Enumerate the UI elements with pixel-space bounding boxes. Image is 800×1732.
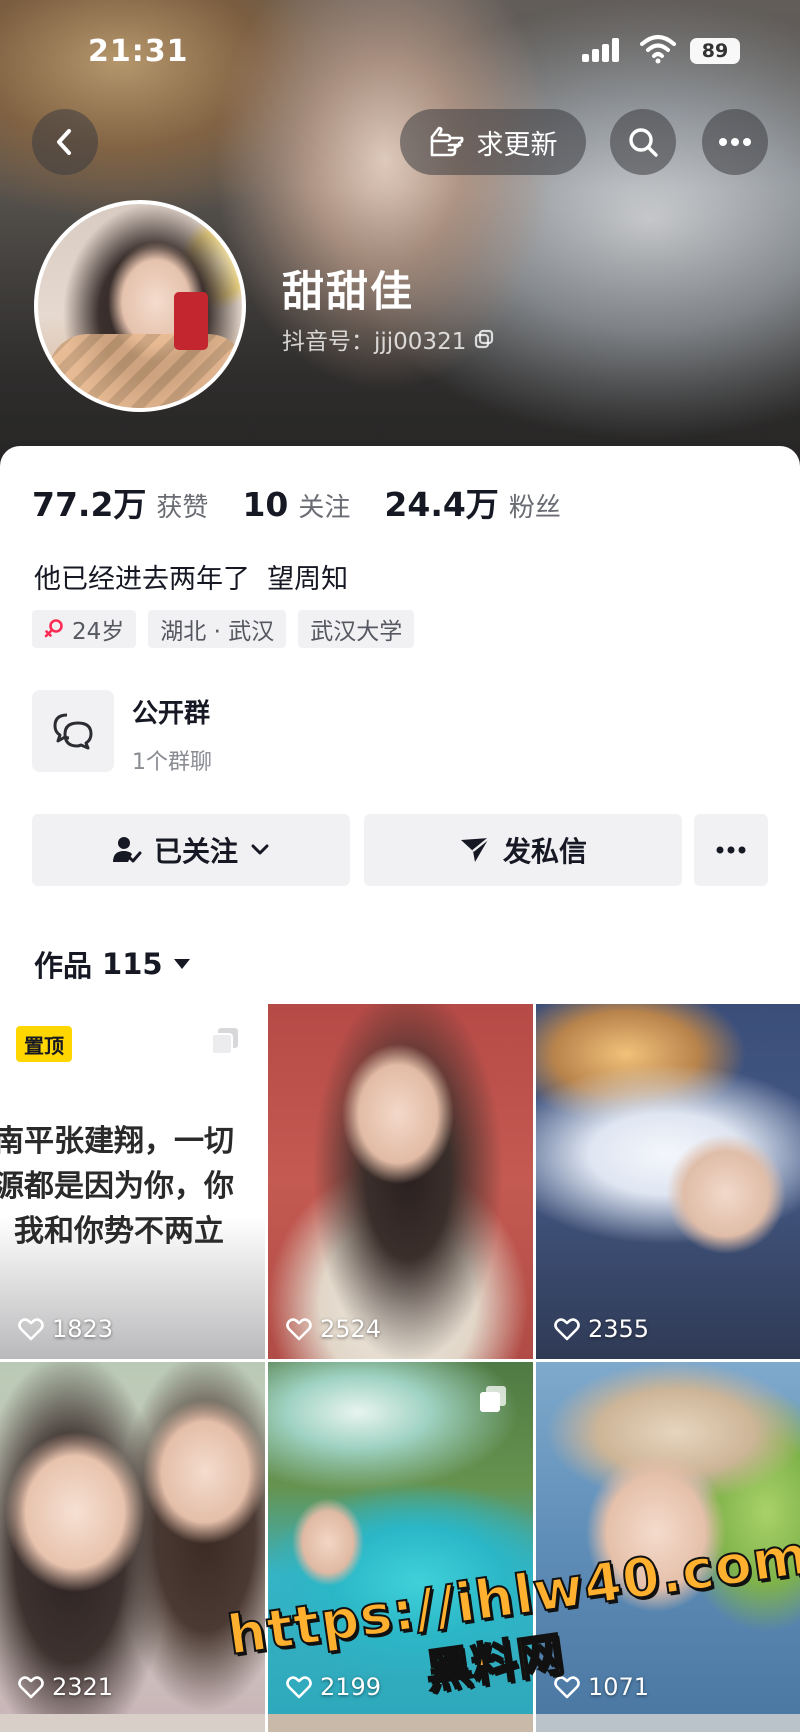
tag-location: 湖北 · 武汉 (148, 610, 287, 648)
stat-followers-value: 24.4万 (384, 485, 499, 524)
pinned-badge: 置顶 (16, 1026, 72, 1062)
chevron-down-icon (251, 844, 269, 855)
pinned-text-line: 我和你势不两立 (14, 1214, 224, 1249)
pinned-post-text: 南平张建翔，一切 源都是因为你，你 我和你势不两立 (0, 1119, 265, 1254)
back-arrow-icon (57, 129, 71, 155)
tag-school-text: 武汉大学 (310, 619, 403, 645)
heart-icon (18, 1318, 44, 1341)
like-count-text: 2524 (320, 1315, 382, 1343)
pinned-text-line: 南平张建翔，一切 (0, 1124, 234, 1159)
like-count-text: 2355 (588, 1315, 650, 1343)
more-dots-icon (716, 846, 746, 854)
like-count: 2321 (18, 1673, 113, 1701)
profile-stats: 77.2万 获赞 10 关注 24.4万 粉丝 (32, 478, 561, 526)
more-options-button[interactable] (702, 109, 768, 175)
group-title[interactable]: 公开群 (132, 693, 210, 730)
stat-likes-value: 77.2万 (32, 485, 147, 524)
caret-down-icon (173, 959, 190, 969)
stat-followers-label: 粉丝 (508, 493, 561, 523)
post-tile[interactable]: 置顶 南平张建翔，一切 源都是因为你，你 我和你势不两立 1823 (0, 1004, 265, 1359)
group-chat-icon (53, 713, 93, 750)
image-set-icon (480, 1386, 506, 1412)
stat-following-value: 10 (242, 485, 289, 524)
more-dots-icon (719, 138, 751, 146)
profile-avatar[interactable] (34, 200, 246, 412)
following-button-label: 已关注 (153, 835, 238, 868)
like-count-text: 1823 (52, 1315, 114, 1343)
pointing-hand-icon (430, 126, 463, 157)
back-button[interactable] (32, 109, 98, 175)
profile-tags: 24岁 湖北 · 武汉 武汉大学 (32, 610, 415, 648)
stat-following[interactable]: 10 关注 (242, 485, 350, 524)
works-count: 115 (102, 947, 163, 981)
like-count-text: 2321 (52, 1673, 114, 1701)
following-button[interactable]: 已关注 (32, 814, 350, 886)
user-check-icon (112, 837, 142, 863)
search-icon (629, 128, 658, 157)
post-tile[interactable]: 2355 (536, 1004, 800, 1359)
tag-age-text: 24岁 (72, 619, 125, 645)
profile-actions: 已关注 发私信 (32, 814, 768, 886)
tag-location-text: 湖北 · 武汉 (160, 619, 275, 645)
request-update-label: 求更新 (476, 129, 558, 161)
request-update-button[interactable]: 求更新 (400, 109, 586, 175)
wifi-icon (640, 35, 676, 64)
copy-icon[interactable] (474, 329, 494, 349)
like-count: 1823 (18, 1315, 113, 1343)
post-tile[interactable]: 2524 (268, 1004, 533, 1359)
female-gender-icon (44, 619, 63, 638)
signal-icon (582, 38, 626, 62)
profile-nickname: 甜甜佳 (282, 267, 415, 316)
stat-likes-label: 获赞 (156, 493, 209, 523)
profile-bio: 他已经进去两年了 望周知 (34, 564, 349, 595)
search-button[interactable] (610, 109, 676, 175)
stat-following-label: 关注 (298, 493, 351, 523)
works-label: 作品 (34, 949, 93, 983)
douyin-id-text: 抖音号：jjj00321 (282, 329, 467, 355)
image-set-icon (211, 1028, 238, 1055)
status-time: 21:31 (88, 34, 189, 69)
stat-followers[interactable]: 24.4万 粉丝 (384, 478, 560, 526)
paper-plane-icon (460, 837, 490, 862)
more-actions-button[interactable] (694, 814, 768, 886)
post-tile[interactable]: 2321 (0, 1362, 265, 1717)
douyin-id[interactable]: 抖音号：jjj00321 (282, 322, 494, 356)
like-count: 2355 (554, 1315, 649, 1343)
tag-age: 24岁 (32, 610, 137, 648)
send-message-button[interactable]: 发私信 (364, 814, 682, 886)
stat-likes[interactable]: 77.2万 获赞 (32, 478, 208, 526)
public-group-entry[interactable] (32, 690, 114, 772)
heart-icon (554, 1318, 580, 1341)
heart-icon (18, 1676, 44, 1699)
works-tab[interactable]: 作品 115 (34, 943, 191, 985)
pinned-text-line: 源都是因为你，你 (0, 1169, 234, 1204)
tag-school[interactable]: 武汉大学 (298, 610, 415, 648)
battery-indicator: 89 (690, 38, 740, 64)
group-subtitle: 1个群聊 (132, 750, 212, 775)
next-row-partial (0, 1714, 800, 1732)
heart-icon (286, 1318, 312, 1341)
send-message-label: 发私信 (502, 835, 587, 868)
like-count: 2524 (286, 1315, 381, 1343)
